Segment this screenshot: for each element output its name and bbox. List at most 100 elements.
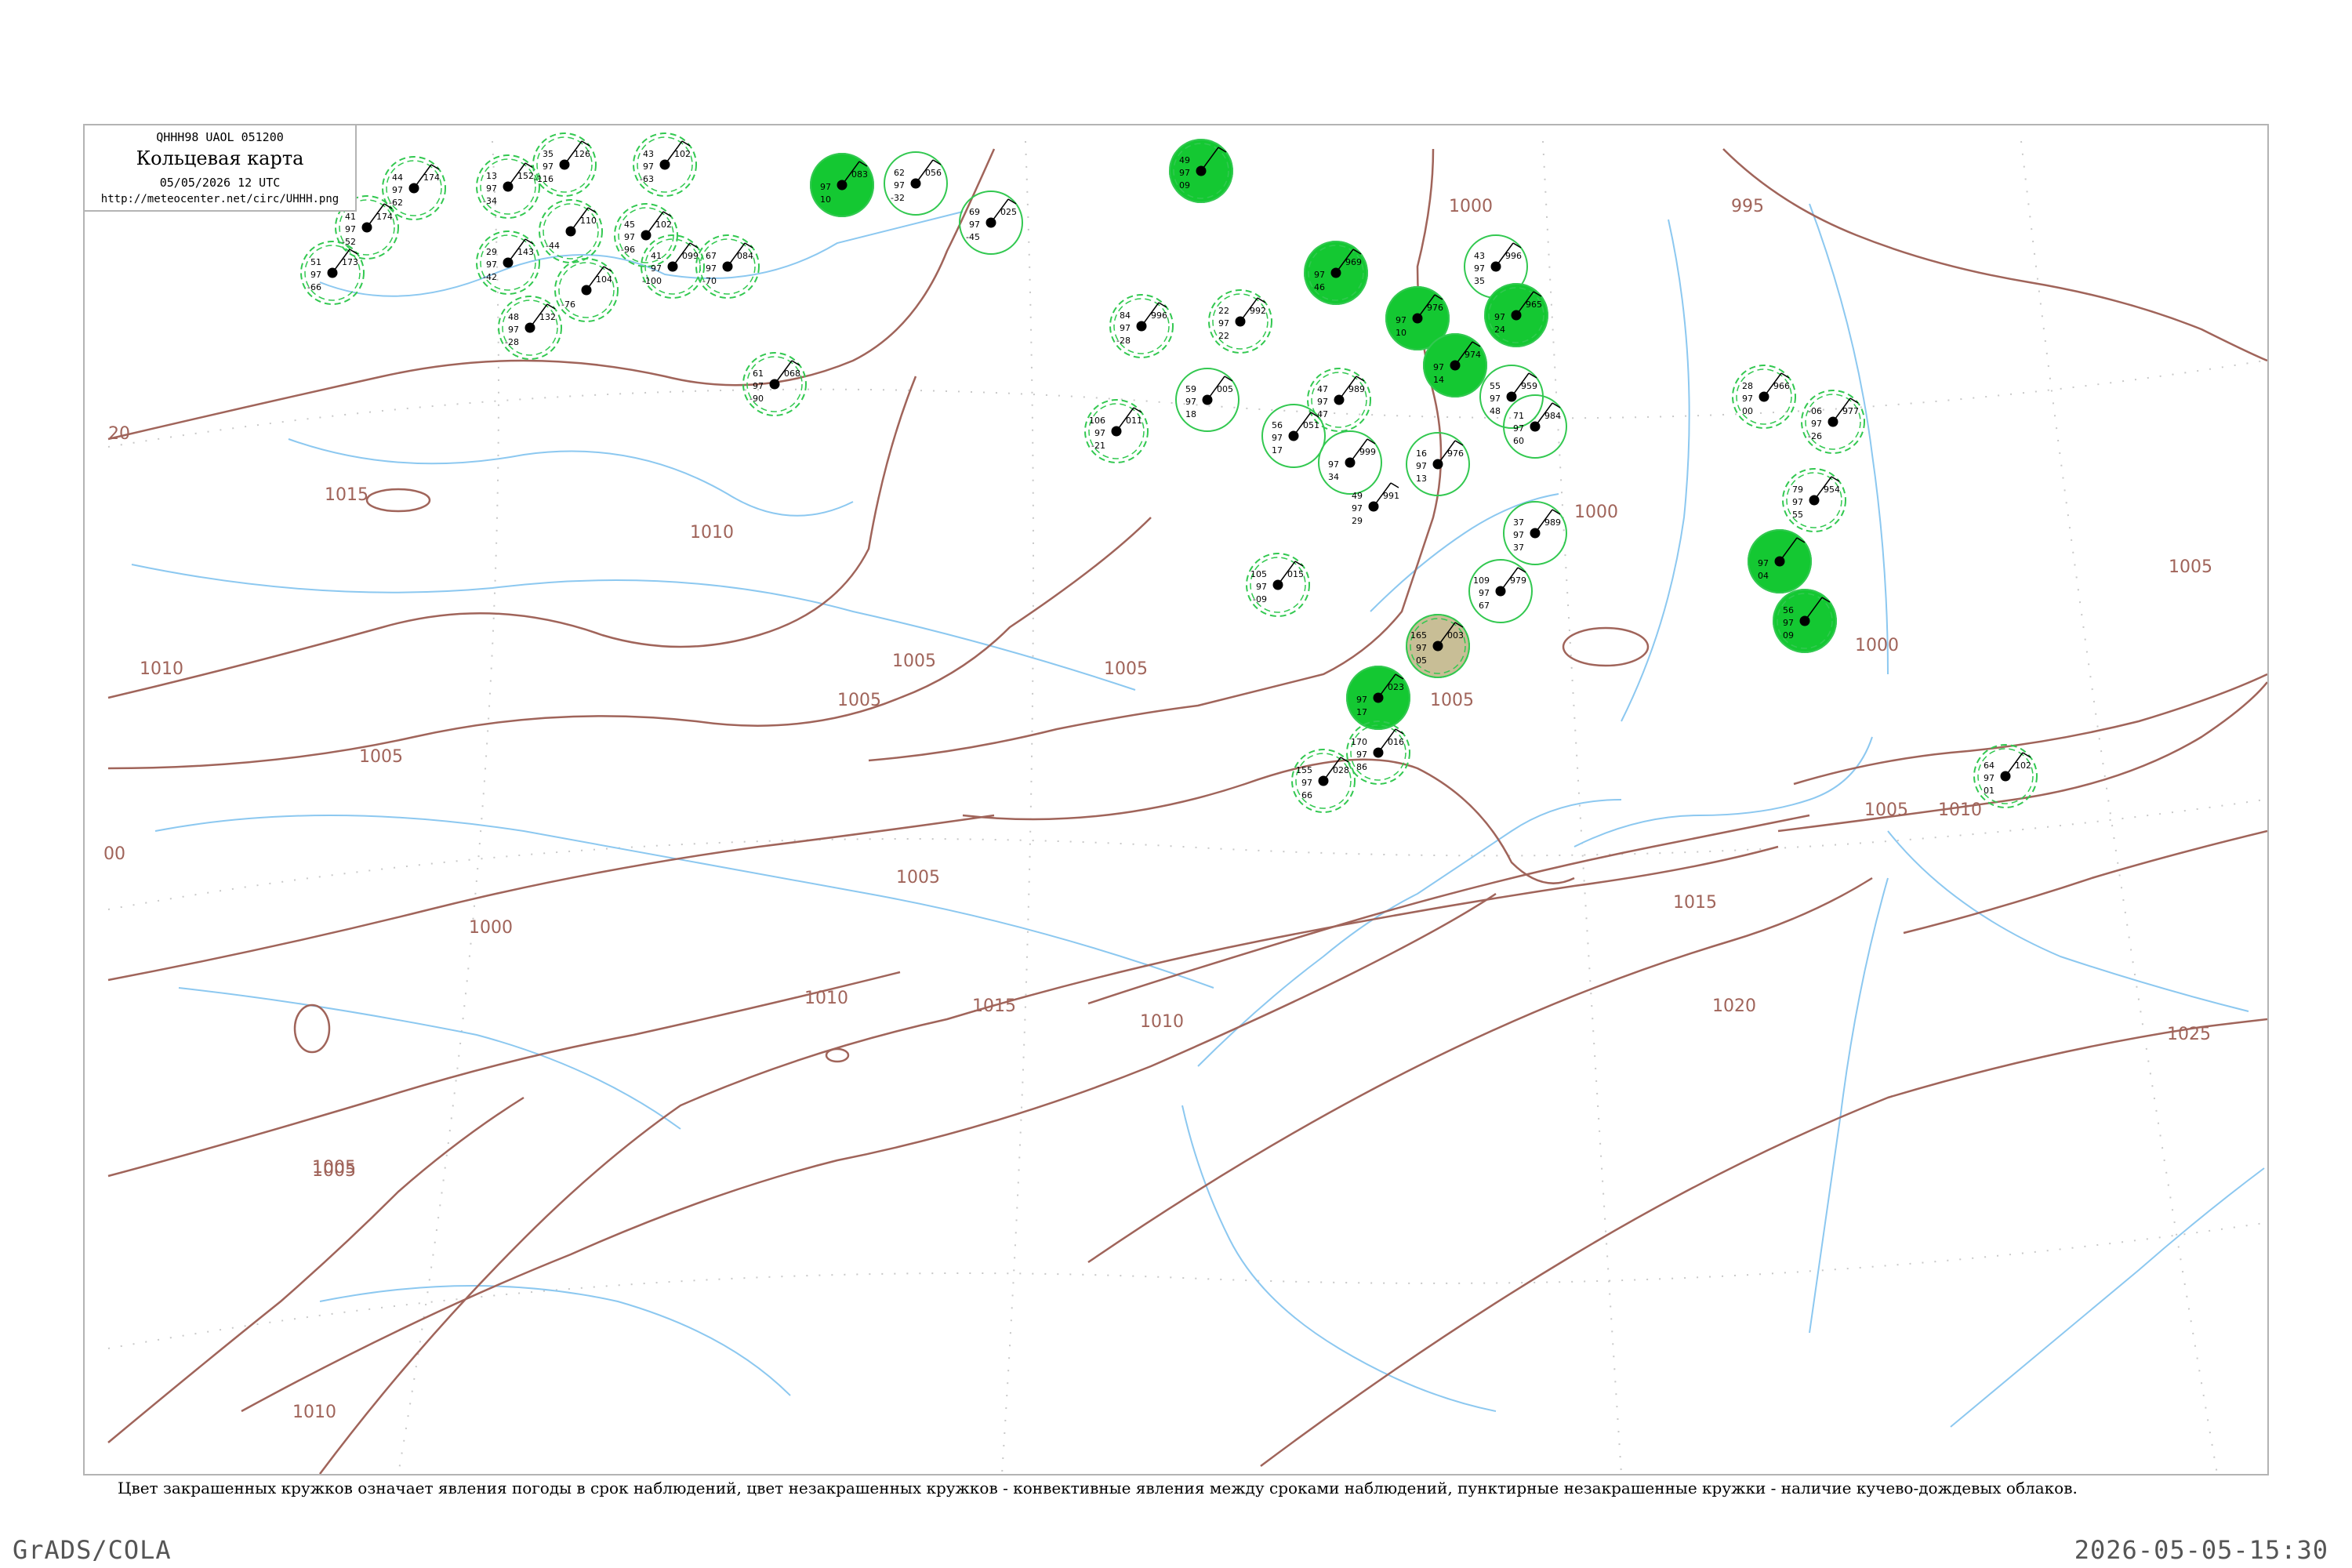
station-value: 97 bbox=[1185, 397, 1196, 407]
station-s34[interactable]: 49 97 29 991 bbox=[1352, 482, 1399, 526]
station-s26[interactable]: 59 97 18 005 bbox=[1175, 368, 1240, 432]
station-value: 37 bbox=[1513, 517, 1524, 528]
station-pressure: 174 bbox=[423, 172, 440, 183]
station-s3[interactable]: 13 97 -34 152 bbox=[476, 154, 540, 219]
station-value: 69 bbox=[969, 207, 980, 217]
station-value: 41 bbox=[651, 251, 662, 261]
station-value: 97 bbox=[1328, 459, 1339, 470]
station-pressure: 005 bbox=[1217, 384, 1233, 394]
station-value: 67 bbox=[706, 251, 717, 261]
station-value: 64 bbox=[1984, 760, 1994, 771]
station-value: 97 bbox=[1272, 433, 1283, 443]
station-value: 13 bbox=[1416, 474, 1427, 484]
station-value: 44 bbox=[392, 172, 403, 183]
station-s45[interactable]: 170 97 86 016 bbox=[1346, 720, 1410, 785]
station-s32[interactable]: 97 34 999 bbox=[1318, 430, 1382, 495]
isobar-1000-closed bbox=[1562, 626, 1650, 667]
station-pressure: 959 bbox=[1521, 381, 1537, 391]
footer-software: GrADS/COLA bbox=[13, 1535, 172, 1565]
station-value: 41 bbox=[345, 212, 356, 222]
station-s38[interactable]: -06 97 -26 977 bbox=[1801, 390, 1865, 454]
station-s43[interactable]: 165 97 05 003 bbox=[1406, 614, 1470, 678]
station-s29[interactable]: 71 97 60 984 bbox=[1503, 394, 1567, 459]
station-pressure: 996 bbox=[1505, 251, 1522, 261]
station-value: 97 bbox=[1490, 394, 1501, 404]
station-s17[interactable]: 69 97 -45 025 bbox=[959, 191, 1023, 255]
station-s28[interactable]: 55 97 48 959 bbox=[1479, 365, 1544, 429]
station-value: 97 bbox=[508, 325, 519, 335]
isobar-1020 bbox=[1087, 877, 1873, 1264]
station-s23[interactable]: 97 14 974 bbox=[1423, 333, 1487, 397]
station-value: 66 bbox=[1301, 790, 1312, 800]
isobar-label: 1000 bbox=[1574, 503, 1618, 522]
station-value: 97 bbox=[1792, 497, 1803, 507]
station-s46[interactable]: 155 97 66 028 bbox=[1291, 749, 1356, 813]
station-s8[interactable]: -44 110 bbox=[539, 199, 603, 263]
station-value: 97 bbox=[1742, 394, 1753, 404]
station-s33[interactable]: 16 97 13 976 bbox=[1406, 432, 1470, 496]
isobar-label: 1005 bbox=[359, 747, 403, 767]
station-s5[interactable]: 43 97 -63 102 bbox=[633, 132, 697, 197]
station-value: 97 bbox=[753, 381, 764, 391]
station-s11[interactable]: 67 97 -70 084 bbox=[695, 234, 760, 299]
station-value: 170 bbox=[1351, 737, 1367, 747]
station-s19[interactable]: 97 46 969 bbox=[1304, 241, 1368, 305]
station-s1[interactable]: 4497-62174 bbox=[382, 156, 446, 220]
station-value: 35 bbox=[543, 149, 554, 159]
map-url[interactable]: http://meteocenter.net/circ/UHHH.png bbox=[85, 193, 355, 205]
station-s15[interactable]: 97 10 083 bbox=[810, 153, 874, 217]
station-s12[interactable]: 48 97 -28 132 bbox=[498, 296, 562, 360]
station-value: 10 bbox=[1396, 328, 1406, 338]
station-s24[interactable]: 84 97 -28 996 bbox=[1109, 294, 1174, 358]
station-s13[interactable]: -76 104 bbox=[554, 258, 619, 322]
station-s7[interactable]: 29 97 -42 143 bbox=[476, 230, 540, 295]
station-s35[interactable]: 37 97 37 989 bbox=[1503, 501, 1567, 565]
station-s4[interactable]: 35 97 -116 126 bbox=[532, 132, 597, 197]
isobar-1025 bbox=[1260, 1018, 2267, 1468]
isobar-label: 1025 bbox=[2167, 1025, 2211, 1044]
station-value: 97 bbox=[1094, 428, 1105, 438]
station-symbol-icon bbox=[1136, 321, 1147, 332]
isobar-label: 1010 bbox=[1938, 800, 1982, 820]
station-s18[interactable]: 49 97 09 bbox=[1169, 139, 1233, 203]
station-s40[interactable]: 9704 bbox=[1748, 529, 1812, 593]
station-value: 155 bbox=[1296, 765, 1312, 775]
station-pressure: 051 bbox=[1303, 420, 1319, 430]
bulletin-code: QHHH98 UAOL 051200 bbox=[156, 130, 284, 144]
isobar-label: 1010 bbox=[804, 989, 848, 1008]
station-pressure: 996 bbox=[1151, 310, 1167, 321]
station-s25[interactable]: 22 97 22 992 bbox=[1208, 289, 1272, 354]
station-pressure: 104 bbox=[596, 274, 612, 285]
station-pressure: 025 bbox=[1000, 207, 1017, 217]
station-pressure: 992 bbox=[1250, 306, 1266, 316]
station-value: -66 bbox=[307, 282, 321, 292]
station-s41[interactable]: 56 97 09 bbox=[1773, 589, 1837, 653]
station-value: 67 bbox=[1479, 601, 1490, 611]
station-s44[interactable]: 97 17 023 bbox=[1346, 666, 1410, 730]
station-value: 105 bbox=[1250, 569, 1267, 579]
station-s42[interactable]: 105 97 -09 015 bbox=[1246, 553, 1310, 617]
station-s22[interactable]: 97 24 965 bbox=[1484, 283, 1548, 347]
station-pressure: 173 bbox=[342, 257, 358, 267]
station-s39[interactable]: 79 97 55 954 bbox=[1782, 468, 1846, 532]
isobar-label: 1000 bbox=[469, 918, 513, 938]
station-s16[interactable]: 62 97 -32 056 bbox=[884, 151, 948, 216]
station-value: 55 bbox=[1490, 381, 1501, 391]
station-s36[interactable]: 109 97 67 979 bbox=[1468, 559, 1533, 623]
isobar-label: 1005 bbox=[2169, 557, 2212, 577]
station-value: 97 bbox=[651, 263, 662, 274]
station-value: -100 bbox=[642, 276, 662, 286]
station-value: 97 bbox=[543, 162, 554, 172]
station-s30[interactable]: 106 97 -21 011 bbox=[1084, 399, 1149, 463]
station-s10[interactable]: 41 97 -100 099 bbox=[641, 234, 705, 299]
station-s47[interactable]: 64 97 01 102 bbox=[1973, 744, 2038, 808]
station-s14[interactable]: 61 97 -90 068 bbox=[742, 352, 807, 416]
station-value: 29 bbox=[486, 247, 497, 257]
station-pressure: 974 bbox=[1465, 350, 1481, 360]
station-s6[interactable]: 51 97 -66 173 bbox=[300, 241, 365, 305]
isobar-label: 1010 bbox=[140, 659, 183, 679]
station-s31[interactable]: 56 97 17 051 bbox=[1261, 404, 1326, 468]
station-s37[interactable]: 28 97 00 966 bbox=[1732, 365, 1796, 429]
station-value: 61 bbox=[753, 368, 764, 379]
isobar-label: 20 bbox=[108, 424, 130, 444]
